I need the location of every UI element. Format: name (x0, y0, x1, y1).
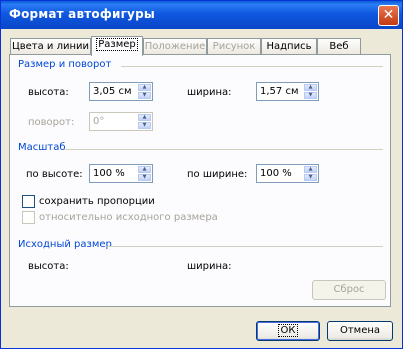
up-arrow-icon[interactable]: ▲ (138, 166, 151, 173)
relative-size-label: относительно исходного размера (39, 212, 218, 223)
original-width-label: ширина: (187, 261, 232, 272)
width-label: ширина: (187, 87, 232, 98)
dialog-window: Формат автофигуры ✕ Цвета и линии Размер… (0, 0, 403, 349)
tab-position: Положение (143, 38, 207, 54)
scale-height-label: по высоте: (26, 169, 83, 180)
tab-text-box[interactable]: Надпись (261, 38, 317, 54)
original-size-heading: Исходный размер (18, 239, 112, 250)
tab-size[interactable]: Размер (91, 36, 143, 56)
scale-width-value: 100 % (260, 168, 292, 179)
window-title: Формат автофигуры (9, 7, 155, 21)
ok-button[interactable]: ОК (256, 321, 320, 341)
height-value: 3,05 см (93, 86, 132, 97)
down-arrow-icon[interactable]: ▼ (304, 92, 317, 99)
tab-picture: Рисунок (207, 38, 261, 54)
up-arrow-icon[interactable]: ▲ (138, 84, 151, 91)
scale-width-spinner[interactable]: 100 % ▲ ▼ (256, 164, 319, 183)
scale-width-label: по ширине: (187, 169, 248, 180)
divider (105, 246, 383, 247)
down-arrow-icon[interactable]: ▼ (138, 174, 151, 181)
rotation-label: поворот: (28, 117, 75, 128)
reset-button: Сброс (312, 280, 386, 300)
down-arrow-icon[interactable]: ▼ (304, 174, 317, 181)
width-value: 1,57 см (260, 86, 299, 97)
rotation-spinner: 0° ▲ ▼ (89, 112, 153, 131)
original-height-label: высота: (28, 261, 69, 272)
scale-height-value: 100 % (93, 168, 125, 179)
width-spinner[interactable]: 1,57 см ▲ ▼ (256, 82, 319, 101)
size-rotate-heading: Размер и поворот (18, 59, 112, 70)
scale-heading: Масштаб (18, 142, 66, 153)
divider (64, 149, 383, 150)
down-arrow-icon: ▼ (138, 122, 151, 129)
height-label: высота: (28, 87, 69, 98)
height-spinner[interactable]: 3,05 см ▲ ▼ (89, 82, 153, 101)
up-arrow-icon: ▲ (138, 114, 151, 121)
scale-height-spinner[interactable]: 100 % ▲ ▼ (89, 164, 153, 183)
up-arrow-icon[interactable]: ▲ (304, 166, 317, 173)
tab-web[interactable]: Веб (317, 38, 361, 54)
close-icon[interactable]: ✕ (378, 5, 399, 26)
lock-aspect-checkbox[interactable] (22, 195, 35, 208)
down-arrow-icon[interactable]: ▼ (138, 92, 151, 99)
title-bar[interactable]: Формат автофигуры ✕ (1, 1, 402, 29)
tab-colors-lines[interactable]: Цвета и линии (10, 38, 91, 54)
rotation-value: 0° (93, 116, 105, 127)
divider (121, 66, 383, 67)
cancel-button[interactable]: Отмена (327, 321, 393, 341)
lock-aspect-label[interactable]: сохранить пропорции (39, 196, 155, 207)
relative-size-checkbox (22, 211, 35, 224)
up-arrow-icon[interactable]: ▲ (304, 84, 317, 91)
